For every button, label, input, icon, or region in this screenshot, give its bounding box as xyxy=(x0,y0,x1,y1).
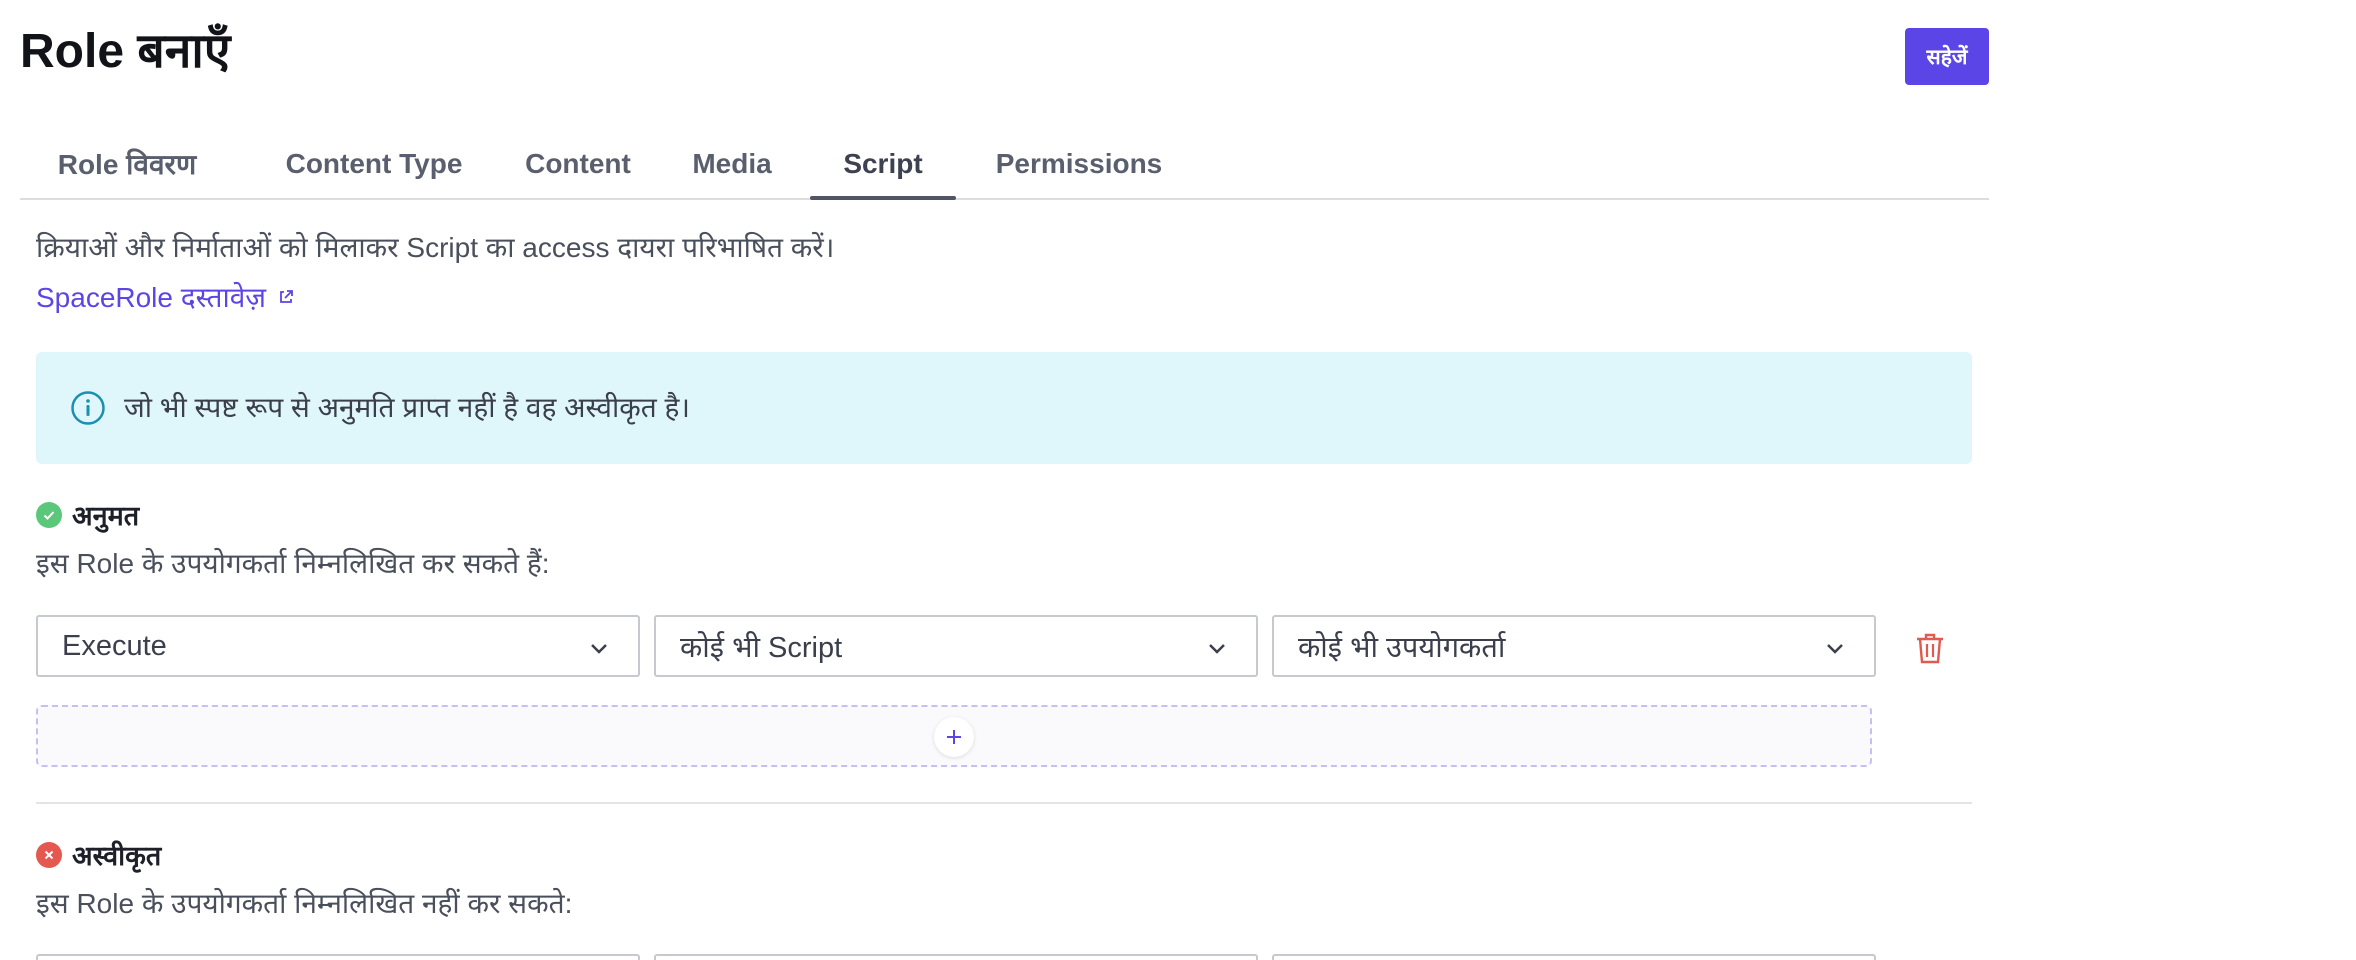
denied-creator-select[interactable] xyxy=(1272,954,1876,960)
x-icon xyxy=(36,841,62,868)
creator-select[interactable]: कोई भी उपयोगकर्ता xyxy=(1272,615,1876,677)
create-role-page: Role बनाएँ सहेजें Role विवरण Content Typ… xyxy=(0,0,2356,960)
denied-heading-label: अस्वीकृत xyxy=(72,841,162,871)
allowed-heading-label: अनुमत xyxy=(72,501,140,531)
denied-action-select[interactable] xyxy=(36,954,640,960)
action-select-value: Execute xyxy=(62,629,167,662)
tab-script[interactable]: Script xyxy=(810,130,956,200)
tab-bar: Role विवरण Content Type Content Media Sc… xyxy=(20,130,1989,200)
tab-content-type[interactable]: Content Type xyxy=(260,130,488,198)
info-banner: जो भी स्पष्ट रूप से अनुमति प्राप्त नहीं … xyxy=(36,352,1972,464)
section-description: क्रियाओं और निर्माताओं को मिलाकर Script … xyxy=(36,232,835,263)
entity-select[interactable]: कोई भी Script xyxy=(654,615,1258,677)
save-button[interactable]: सहेजें xyxy=(1905,28,1989,85)
page-title: Role बनाएँ xyxy=(20,25,231,78)
chevron-down-icon xyxy=(1827,644,1843,654)
documentation-link-label: SpaceRole दस्तावेज़ xyxy=(36,282,267,313)
tab-role-details[interactable]: Role विवरण xyxy=(52,130,202,198)
tab-permissions[interactable]: Permissions xyxy=(980,130,1178,198)
documentation-link[interactable]: SpaceRole दस्तावेज़ xyxy=(36,278,294,316)
trash-icon[interactable] xyxy=(1914,631,1946,665)
denied-heading: अस्वीकृत xyxy=(36,836,161,873)
creator-select-value: कोई भी उपयोगकर्ता xyxy=(1298,631,1506,664)
check-icon xyxy=(36,501,62,528)
entity-select-value: कोई भी Script xyxy=(680,631,843,664)
action-select[interactable]: Execute xyxy=(36,615,640,677)
chevron-down-icon xyxy=(1209,644,1225,654)
add-circle xyxy=(934,717,974,757)
external-link-icon xyxy=(280,290,293,303)
info-banner-text: जो भी स्पष्ट रूप से अनुमति प्राप्त नहीं … xyxy=(124,392,690,423)
denied-subtext: इस Role के उपयोगकर्ता निम्नलिखित नहीं कर… xyxy=(36,888,573,919)
plus-icon xyxy=(947,730,961,744)
tab-content[interactable]: Content xyxy=(512,130,644,198)
allowed-subtext: इस Role के उपयोगकर्ता निम्नलिखित कर सकते… xyxy=(36,548,550,579)
info-icon xyxy=(71,391,105,425)
denied-entity-select[interactable] xyxy=(654,954,1258,960)
section-divider xyxy=(36,802,1972,804)
tab-media[interactable]: Media xyxy=(672,130,792,198)
add-rule-button[interactable] xyxy=(36,705,1872,767)
chevron-down-icon xyxy=(591,644,607,654)
allowed-heading: अनुमत xyxy=(36,496,139,533)
